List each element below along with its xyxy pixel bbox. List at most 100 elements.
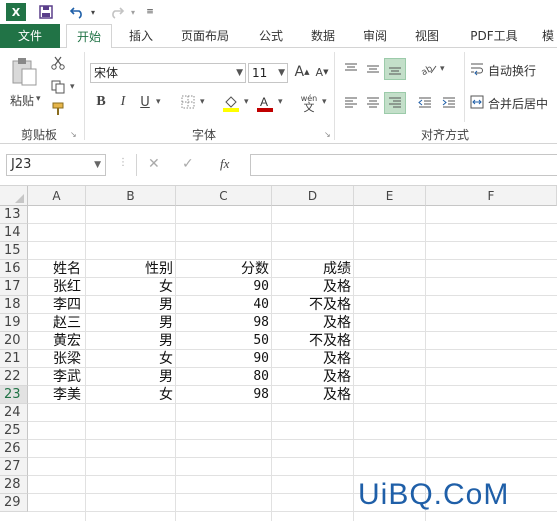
italic-button[interactable]: I [114, 92, 132, 112]
undo-dropdown-icon[interactable]: ▾ [88, 3, 98, 21]
cell-gender[interactable]: 女 [86, 386, 176, 404]
align-center-icon[interactable] [362, 92, 384, 114]
row-header[interactable]: 22 [0, 368, 28, 386]
cell-grade[interactable]: 不及格 [272, 296, 354, 314]
cell-gender[interactable]: 男 [86, 314, 176, 332]
cell-gender[interactable]: 男 [86, 296, 176, 314]
row-header[interactable]: 19 [0, 314, 28, 332]
increase-font-icon[interactable]: A ▲ [292, 62, 312, 82]
cell-score[interactable]: 50 [176, 332, 272, 350]
excel-icon[interactable]: X [6, 3, 26, 21]
customize-icon[interactable]: ≡ [144, 3, 156, 21]
tab-review[interactable]: 审阅 [354, 24, 396, 48]
row-header[interactable]: 29 [0, 494, 28, 512]
font-color-dropdown-icon[interactable]: ▾ [278, 97, 283, 107]
bold-button[interactable]: B [92, 92, 110, 112]
paste-dropdown-icon[interactable]: ▾ [36, 94, 41, 104]
merge-center-icon[interactable] [468, 93, 486, 111]
cell-header-name[interactable]: 姓名 [50, 260, 84, 278]
cell-name[interactable]: 张红 [50, 278, 84, 296]
row-header-active[interactable]: 23 [0, 386, 28, 404]
row-header[interactable]: 26 [0, 440, 28, 458]
tab-page-layout[interactable]: 页面布局 [172, 24, 238, 48]
cell-score[interactable]: 80 [176, 368, 272, 386]
tab-home[interactable]: 开始 [66, 24, 112, 49]
cell-score[interactable]: 40 [176, 296, 272, 314]
column-header-c[interactable]: C [176, 186, 272, 206]
cell-score[interactable]: 98 [176, 314, 272, 332]
name-box[interactable]: J23 ▼ [6, 154, 106, 176]
cell-name[interactable]: 李武 [50, 368, 84, 386]
copy-dropdown-icon[interactable]: ▾ [70, 82, 75, 92]
cell-name[interactable]: 黄宏 [50, 332, 84, 350]
tab-view[interactable]: 视图 [406, 24, 448, 48]
row-header[interactable]: 25 [0, 422, 28, 440]
cell-header-gender[interactable]: 性别 [86, 260, 176, 278]
column-header-d[interactable]: D [272, 186, 354, 206]
tab-file[interactable]: 文件 [0, 24, 60, 48]
cell-gender[interactable]: 男 [86, 332, 176, 350]
cell-grade[interactable]: 及格 [272, 350, 354, 368]
paste-icon[interactable] [6, 54, 42, 90]
cell-header-score[interactable]: 分数 [176, 260, 272, 278]
row-header[interactable]: 13 [0, 206, 28, 224]
phonetic-dropdown-icon[interactable]: ▾ [322, 97, 327, 107]
underline-button[interactable]: U [136, 92, 154, 112]
row-header[interactable]: 15 [0, 242, 28, 260]
cell-name[interactable]: 李美 [50, 386, 84, 404]
orientation-icon[interactable]: ab [418, 58, 440, 80]
cell-grade[interactable]: 不及格 [272, 332, 354, 350]
font-name-select[interactable]: 宋体 ▼ [90, 63, 246, 83]
redo-dropdown-icon[interactable]: ▾ [128, 3, 138, 21]
borders-icon[interactable] [178, 92, 198, 112]
cell-gender[interactable]: 女 [86, 278, 176, 296]
font-color-icon[interactable]: A [254, 92, 276, 114]
cell-grade[interactable]: 及格 [272, 278, 354, 296]
row-header[interactable]: 16 [0, 260, 28, 278]
format-painter-icon[interactable] [48, 100, 68, 118]
decrease-font-icon[interactable]: A ▼ [312, 62, 332, 82]
decrease-indent-icon[interactable] [414, 92, 436, 114]
cell-grade[interactable]: 及格 [272, 314, 354, 332]
row-header[interactable]: 14 [0, 224, 28, 242]
font-launcher-icon[interactable]: ↘ [324, 130, 331, 139]
tab-formulas[interactable]: 公式 [250, 24, 292, 48]
row-header[interactable]: 18 [0, 296, 28, 314]
row-header[interactable]: 28 [0, 476, 28, 494]
borders-dropdown-icon[interactable]: ▾ [200, 97, 205, 107]
tab-data[interactable]: 数据 [302, 24, 344, 48]
cell-grade[interactable]: 及格 [272, 368, 354, 386]
column-header-f[interactable]: F [426, 186, 557, 206]
cell-gender[interactable]: 男 [86, 368, 176, 386]
align-left-icon[interactable] [340, 92, 362, 114]
cell-gender[interactable]: 女 [86, 350, 176, 368]
wrap-text-button[interactable]: 自动换行 [488, 62, 536, 79]
align-top-icon[interactable] [340, 58, 362, 80]
row-header[interactable]: 17 [0, 278, 28, 296]
align-bottom-icon[interactable] [384, 58, 406, 80]
fill-color-icon[interactable] [220, 92, 242, 114]
row-header[interactable]: 21 [0, 350, 28, 368]
cell-score[interactable]: 90 [176, 278, 272, 296]
wrap-text-icon[interactable] [468, 60, 486, 78]
orientation-dropdown-icon[interactable]: ▾ [440, 64, 445, 74]
column-header-b[interactable]: B [86, 186, 176, 206]
tab-more[interactable]: 模 [538, 24, 557, 48]
fill-color-dropdown-icon[interactable]: ▾ [244, 97, 249, 107]
cell-name[interactable]: 李四 [50, 296, 84, 314]
formula-input[interactable] [250, 154, 557, 176]
enter-icon[interactable]: ✓ [182, 156, 194, 172]
increase-indent-icon[interactable] [438, 92, 460, 114]
cell-grade[interactable]: 及格 [272, 386, 354, 404]
cancel-icon[interactable]: ✕ [148, 156, 160, 172]
redo-icon[interactable] [106, 3, 128, 21]
tab-insert[interactable]: 插入 [120, 24, 162, 48]
align-right-icon[interactable] [384, 92, 406, 114]
cell-name[interactable]: 张梁 [50, 350, 84, 368]
column-header-e[interactable]: E [354, 186, 426, 206]
save-icon[interactable] [36, 3, 56, 21]
cell-name[interactable]: 赵三 [50, 314, 84, 332]
cell-score[interactable]: 90 [176, 350, 272, 368]
undo-icon[interactable] [66, 3, 88, 21]
cell-score[interactable]: 98 [176, 386, 272, 404]
